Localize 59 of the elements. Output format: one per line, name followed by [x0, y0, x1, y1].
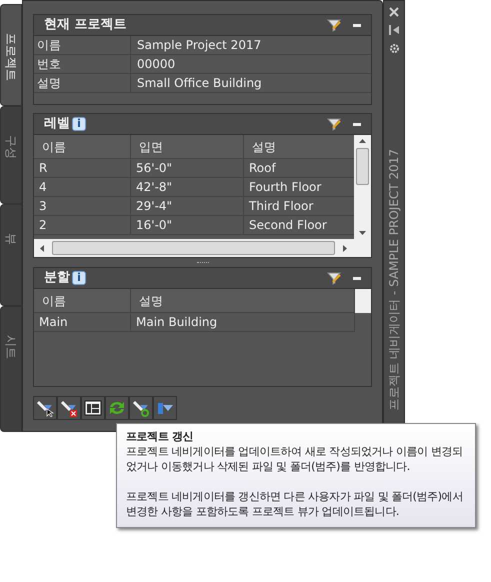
vertical-scrollbar[interactable]	[354, 135, 371, 239]
side-tab[interactable]: 구성	[0, 106, 22, 204]
property-value: 00000	[136, 56, 176, 73]
scroll-left-icon[interactable]	[40, 244, 44, 252]
tooltip-text: 프로젝트 네비게이터를 업데이트하여 새로 작성되었거나 이름이 변경되었거나 이동했거나 삭제된 파일 및 폴더(범주)를 반영합니다.	[126, 444, 464, 474]
panel-title: 현재 프로젝트	[44, 16, 127, 34]
filter-icon[interactable]	[327, 117, 341, 131]
side-tab[interactable]: 프로젝트	[0, 4, 22, 106]
table-cell: 42'-8"	[131, 178, 244, 197]
table-cell: 3	[34, 197, 131, 216]
panel-title: 레벨	[44, 115, 70, 134]
table-cell: 29'-4"	[131, 197, 244, 216]
collapse-icon[interactable]	[353, 122, 361, 126]
property-value: Sample Project 2017	[136, 37, 262, 54]
property-label: 이름	[34, 36, 131, 54]
layout-icon	[84, 399, 102, 417]
table-cell: Main	[34, 313, 131, 332]
table-cell: R	[34, 159, 131, 178]
column-header[interactable]: 입면	[131, 135, 244, 159]
property-value: Small Office Building	[136, 75, 263, 92]
panel-title: 분할	[44, 269, 70, 288]
pencil-sync-icon	[132, 399, 150, 417]
filter-icon[interactable]	[327, 271, 341, 285]
side-tab[interactable]: 시트	[0, 306, 22, 432]
delete-icon	[60, 399, 78, 417]
toolbar-button[interactable]	[129, 396, 153, 420]
toolbar-button[interactable]	[57, 396, 81, 420]
filter-icon[interactable]	[327, 18, 341, 32]
close-icon[interactable]	[389, 7, 399, 17]
table-cell: 4	[34, 178, 131, 197]
settings-icon[interactable]	[388, 43, 400, 54]
table-cell: 56'-0"	[131, 159, 244, 178]
table-cell: 2	[34, 216, 131, 235]
collapse-icon[interactable]	[353, 24, 361, 26]
table-cell: Main Building	[131, 313, 355, 332]
property-label: 설명	[34, 74, 131, 92]
collapse-icon[interactable]	[353, 276, 361, 280]
property-label: 번호	[34, 55, 131, 73]
scrollbar-corner	[355, 289, 371, 313]
column-header[interactable]: 이름	[34, 289, 131, 313]
horizontal-scrollbar[interactable]	[34, 239, 371, 257]
side-tab[interactable]: 뷰	[0, 204, 22, 306]
column-header[interactable]: 이름	[34, 135, 131, 159]
pencil-cursor-icon	[36, 399, 54, 417]
scroll-right-icon[interactable]	[343, 244, 347, 252]
tooltip-text: 프로젝트 네비게이터를 갱신하면 다른 사용자가 파일 및 폴더(범주)에서 변경한 사항을 포함하도록 프로젝트 뷰가 업데이트됩니다.	[126, 489, 464, 519]
column-header[interactable]: 설명	[131, 289, 355, 313]
palette-title: 프로젝트 네비게이터 - SAMPLE PROJECT 2017	[386, 149, 402, 411]
refresh-icon	[107, 399, 127, 417]
info-icon[interactable]: i	[72, 117, 86, 131]
scroll-down-icon[interactable]	[359, 231, 366, 235]
tooltip-title: 프로젝트 갱신	[126, 429, 194, 444]
toolbar-button[interactable]	[33, 396, 57, 420]
scroll-up-icon[interactable]	[359, 139, 366, 143]
pin-icon[interactable]	[389, 25, 399, 35]
table-cell: 16'-0"	[131, 216, 244, 235]
toolbar-button[interactable]	[81, 396, 105, 420]
toolbar-button[interactable]	[153, 396, 177, 420]
info-icon[interactable]: i	[72, 271, 86, 285]
